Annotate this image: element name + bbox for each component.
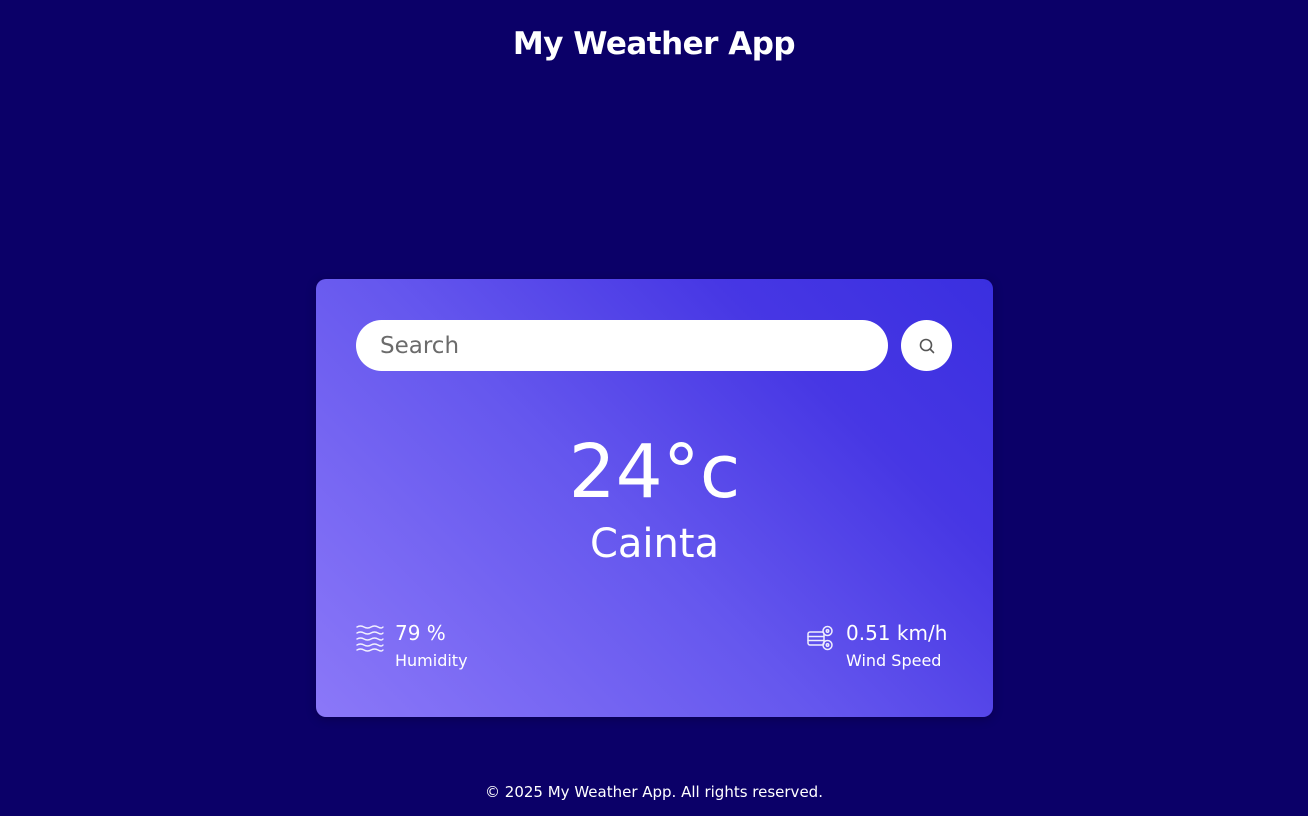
search-button[interactable]: [901, 320, 952, 371]
humidity-value: 79 %: [395, 621, 446, 645]
search-icon: [919, 338, 934, 353]
humidity-detail: 79 % Humidity: [355, 619, 468, 671]
wind-detail: 0.51 km/h Wind Speed: [806, 619, 947, 671]
search-input[interactable]: [356, 320, 888, 371]
humidity-text: 79 % Humidity: [395, 619, 468, 671]
city-name: Cainta: [589, 521, 720, 567]
app-title: My Weather App: [512, 26, 796, 62]
wind-icon: [807, 625, 833, 651]
humidity-label: Humidity: [395, 651, 468, 670]
temperature-value: 24°c: [568, 429, 741, 515]
humidity-icon: [356, 625, 384, 652]
wind-label: Wind Speed: [846, 651, 942, 670]
weather-card: 24°c Cainta 79 % Humidity: [316, 279, 993, 717]
wind-text: 0.51 km/h Wind Speed: [846, 619, 947, 671]
wind-value: 0.51 km/h: [846, 621, 948, 645]
footer-copyright: © 2025 My Weather App. All rights reserv…: [485, 783, 823, 801]
